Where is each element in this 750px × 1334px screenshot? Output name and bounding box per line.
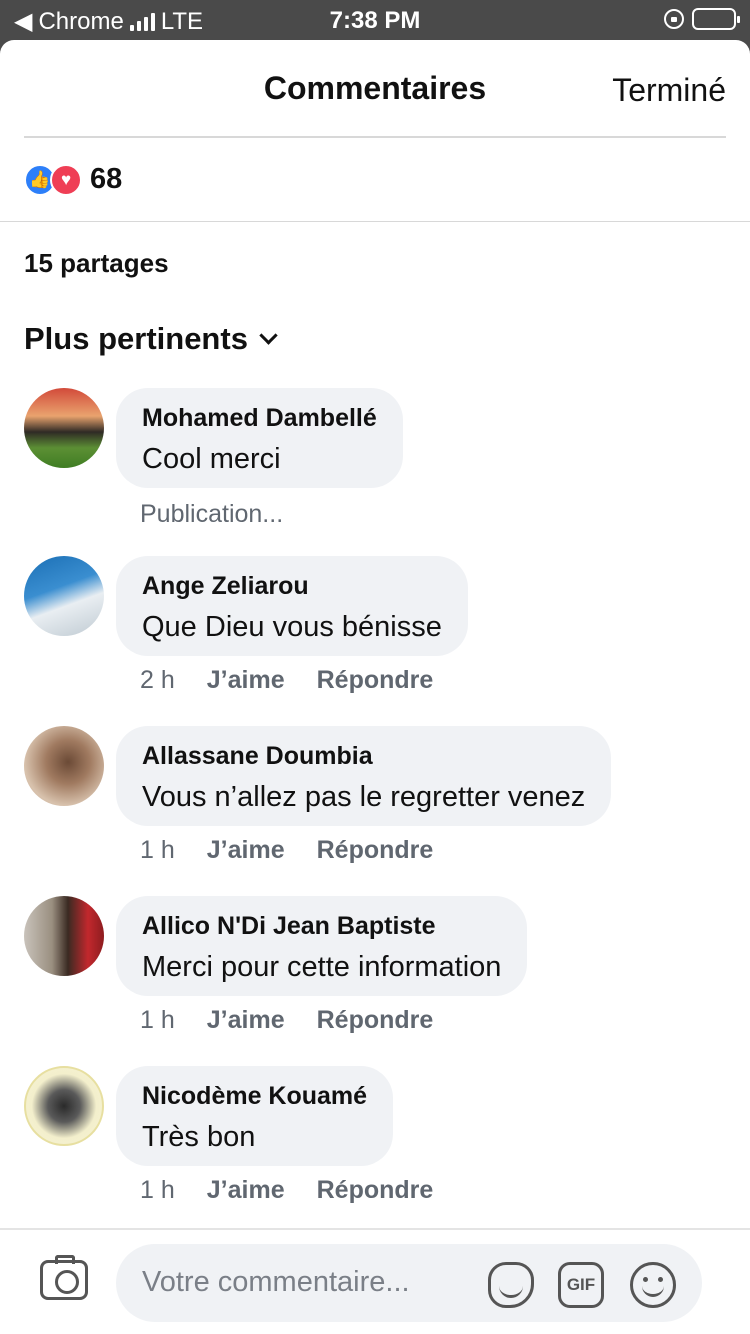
reply-button[interactable]: Répondre: [317, 836, 434, 865]
chevron-down-icon: [259, 325, 278, 345]
sticker-icon[interactable]: [488, 1262, 534, 1308]
comments-sheet: Commentaires Terminé 👍 ♥ 68 15 partages …: [0, 40, 750, 1334]
status-bar: ◀ Chrome LTE 7:38 PM: [0, 0, 750, 40]
comment-input[interactable]: Votre commentaire... GIF: [116, 1244, 702, 1322]
comment-text: Vous n’allez pas le regretter venez: [142, 781, 586, 813]
comment-time: 1 h: [140, 836, 175, 864]
comment-author[interactable]: Allico N'Di Jean Baptiste: [142, 912, 501, 941]
comment-meta: 1 h J’aime Répondre: [140, 836, 433, 865]
avatar[interactable]: [24, 1066, 104, 1146]
reaction-icons: 👍 ♥: [24, 163, 82, 196]
shares-count[interactable]: 15 partages: [0, 222, 750, 304]
comment-author[interactable]: Allassane Doumbia: [142, 742, 585, 771]
comment-time: 1 h: [140, 1176, 175, 1204]
comment-composer: Votre commentaire... GIF: [0, 1228, 750, 1334]
reactions-row[interactable]: 👍 ♥ 68: [0, 138, 750, 222]
avatar[interactable]: [24, 388, 104, 468]
comment-text: Très bon: [142, 1121, 256, 1153]
comment-meta: 1 h J’aime Répondre: [140, 1006, 433, 1035]
comment-text: Cool merci: [142, 443, 281, 475]
like-button[interactable]: J’aime: [207, 836, 285, 865]
sort-label: Plus pertinents: [24, 321, 248, 356]
orientation-lock-icon: [664, 9, 684, 29]
avatar[interactable]: [24, 556, 104, 636]
reply-button[interactable]: Répondre: [317, 666, 434, 695]
battery-icon: [692, 8, 740, 30]
reply-button[interactable]: Répondre: [317, 1006, 434, 1035]
avatar[interactable]: [24, 726, 104, 806]
comment-meta: 2 h J’aime Répondre: [140, 666, 433, 695]
comment-status: Publication...: [140, 500, 284, 528]
like-button[interactable]: J’aime: [207, 1006, 285, 1035]
sheet-header: Commentaires Terminé: [24, 40, 726, 138]
comment-bubble[interactable]: Allico N'Di Jean Baptiste Merci pour cet…: [116, 896, 528, 996]
comment-author[interactable]: Nicodème Kouamé: [142, 1082, 367, 1111]
status-time: 7:38 PM: [329, 7, 421, 34]
avatar[interactable]: [24, 896, 104, 976]
camera-icon[interactable]: [40, 1255, 88, 1300]
comment-author[interactable]: Ange Zeliarou: [142, 572, 442, 601]
comment-bubble[interactable]: Mohamed Dambellé Cool merci: [116, 388, 403, 488]
comment-time: 1 h: [140, 1006, 175, 1034]
gif-button[interactable]: GIF: [558, 1262, 604, 1308]
emoji-icon[interactable]: [630, 1262, 676, 1308]
comment-meta: Publication...: [140, 500, 283, 529]
like-button[interactable]: J’aime: [207, 1176, 285, 1205]
comment-bubble[interactable]: Ange Zeliarou Que Dieu vous bénisse: [116, 556, 468, 656]
status-bar-right: [664, 8, 740, 30]
reply-button[interactable]: Répondre: [317, 1176, 434, 1205]
love-icon: ♥: [50, 163, 82, 196]
comment-time: 2 h: [140, 666, 175, 694]
comment-author[interactable]: Mohamed Dambellé: [142, 404, 377, 433]
comment-input-placeholder: Votre commentaire...: [142, 1266, 410, 1298]
comment-bubble[interactable]: Nicodème Kouamé Très bon: [116, 1066, 394, 1166]
like-button[interactable]: J’aime: [207, 666, 285, 695]
comment-text: Que Dieu vous bénisse: [142, 611, 442, 643]
reaction-count: 68: [90, 163, 123, 195]
done-button[interactable]: Terminé: [612, 72, 726, 109]
comment-bubble[interactable]: Allassane Doumbia Vous n’allez pas le re…: [116, 726, 612, 826]
comment-meta: 1 h J’aime Répondre: [140, 1176, 433, 1205]
comment-text: Merci pour cette information: [142, 951, 502, 983]
sort-dropdown[interactable]: Plus pertinents: [0, 304, 750, 374]
